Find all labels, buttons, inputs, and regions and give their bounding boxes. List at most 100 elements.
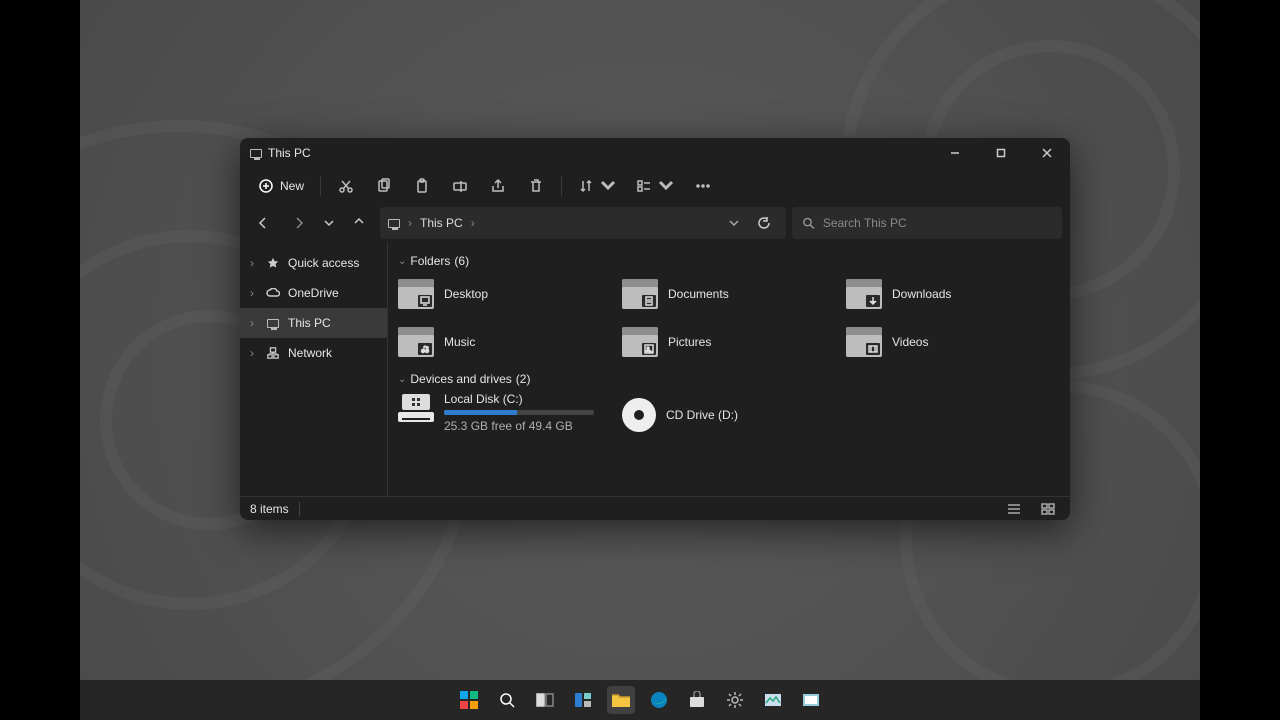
chevron-down-icon [600, 178, 616, 194]
music-sub-icon [418, 343, 432, 355]
group-count: (6) [454, 254, 469, 268]
command-bar: New [240, 168, 1070, 204]
chevron-down-icon: ⌄ [398, 256, 406, 267]
view-button[interactable] [628, 171, 682, 201]
maximize-button[interactable] [978, 138, 1024, 168]
sidebar-item-network[interactable]: › Network [240, 338, 387, 368]
item-label: Pictures [668, 335, 711, 349]
widgets-button[interactable] [569, 686, 597, 714]
store-button[interactable] [683, 686, 711, 714]
task-view-button[interactable] [531, 686, 559, 714]
this-pc-icon [250, 149, 262, 158]
picture-sub-icon [642, 343, 656, 355]
sort-button[interactable] [570, 171, 624, 201]
forward-button[interactable] [284, 208, 314, 238]
sidebar-item-label: Network [288, 346, 332, 360]
large-icons-view-button[interactable] [1036, 500, 1060, 518]
up-button[interactable] [344, 208, 374, 238]
sidebar-item-label: This PC [288, 316, 331, 330]
app-icon [802, 693, 820, 707]
video-sub-icon [866, 343, 880, 355]
address-history-button[interactable] [724, 218, 744, 228]
download-sub-icon [866, 295, 880, 307]
file-explorer-taskbar-button[interactable] [607, 686, 635, 714]
item-label: Documents [668, 287, 729, 301]
rename-button[interactable] [443, 171, 477, 201]
taskbar[interactable] [80, 680, 1200, 720]
gear-icon [726, 691, 744, 709]
folder-icon [398, 327, 434, 357]
navigation-pane: › Quick access › OneDrive › This PC › [240, 242, 388, 496]
paste-button[interactable] [405, 171, 439, 201]
drive-free-label: 25.3 GB free of 49.4 GB [444, 419, 612, 433]
settings-button[interactable] [721, 686, 749, 714]
folder-icon [622, 279, 658, 309]
group-count: (2) [516, 372, 531, 386]
edge-icon [650, 691, 668, 709]
star-icon [266, 256, 280, 270]
windows-logo-icon [460, 691, 478, 709]
chevron-right-icon: › [250, 256, 258, 270]
chevron-down-icon: ⌄ [398, 374, 406, 385]
breadcrumb[interactable]: This PC [420, 216, 463, 230]
folder-music[interactable]: Music [398, 322, 612, 362]
chevron-right-icon: › [408, 216, 412, 230]
folder-icon [398, 279, 434, 309]
folder-downloads[interactable]: Downloads [846, 274, 1060, 314]
drive-local-c[interactable]: Local Disk (C:) 25.3 GB free of 49.4 GB [398, 392, 612, 438]
taskbar-app-2[interactable] [797, 686, 825, 714]
copy-button[interactable] [367, 171, 401, 201]
new-label: New [280, 179, 304, 193]
share-button[interactable] [481, 171, 515, 201]
sidebar-item-quick-access[interactable]: › Quick access [240, 248, 387, 278]
hard-drive-icon [398, 392, 434, 422]
folder-icon [622, 327, 658, 357]
file-explorer-window: This PC New [240, 138, 1070, 520]
chevron-right-icon: › [250, 346, 258, 360]
content-pane[interactable]: ⌄ Folders (6) Desktop Documents Download… [388, 242, 1070, 496]
document-sub-icon [642, 295, 656, 307]
folder-icon [846, 327, 882, 357]
network-icon [266, 346, 280, 360]
search-input[interactable] [823, 216, 1052, 230]
taskbar-app-1[interactable] [759, 686, 787, 714]
titlebar[interactable]: This PC [240, 138, 1070, 168]
details-view-button[interactable] [1002, 500, 1026, 518]
this-pc-icon [388, 219, 400, 228]
back-button[interactable] [248, 208, 278, 238]
drive-label: CD Drive (D:) [666, 408, 738, 422]
cut-button[interactable] [329, 171, 363, 201]
folder-desktop[interactable]: Desktop [398, 274, 612, 314]
cd-icon [622, 398, 656, 432]
new-button[interactable]: New [250, 171, 312, 201]
sidebar-item-onedrive[interactable]: › OneDrive [240, 278, 387, 308]
address-bar[interactable]: › This PC › [380, 207, 786, 239]
drive-label: Local Disk (C:) [444, 392, 612, 406]
group-header-folders[interactable]: ⌄ Folders (6) [398, 254, 1060, 268]
close-button[interactable] [1024, 138, 1070, 168]
refresh-button[interactable] [750, 216, 778, 230]
status-items: 8 items [250, 502, 289, 516]
minimize-button[interactable] [932, 138, 978, 168]
edge-button[interactable] [645, 686, 673, 714]
folder-pictures[interactable]: Pictures [622, 322, 836, 362]
recent-locations-button[interactable] [320, 208, 338, 238]
search-box[interactable] [792, 207, 1062, 239]
item-label: Videos [892, 335, 928, 349]
search-icon [499, 692, 515, 708]
item-label: Downloads [892, 287, 951, 301]
start-button[interactable] [455, 686, 483, 714]
folder-icon [846, 279, 882, 309]
delete-button[interactable] [519, 171, 553, 201]
cloud-icon [266, 286, 280, 300]
group-header-drives[interactable]: ⌄ Devices and drives (2) [398, 372, 1060, 386]
folder-documents[interactable]: Documents [622, 274, 836, 314]
sidebar-item-this-pc[interactable]: › This PC [240, 308, 387, 338]
folder-videos[interactable]: Videos [846, 322, 1060, 362]
chevron-down-icon [658, 178, 674, 194]
chevron-right-icon: › [250, 316, 258, 330]
folder-icon [611, 692, 631, 708]
drive-cd-d[interactable]: CD Drive (D:) [622, 392, 836, 438]
taskbar-search-button[interactable] [493, 686, 521, 714]
more-button[interactable] [686, 171, 720, 201]
